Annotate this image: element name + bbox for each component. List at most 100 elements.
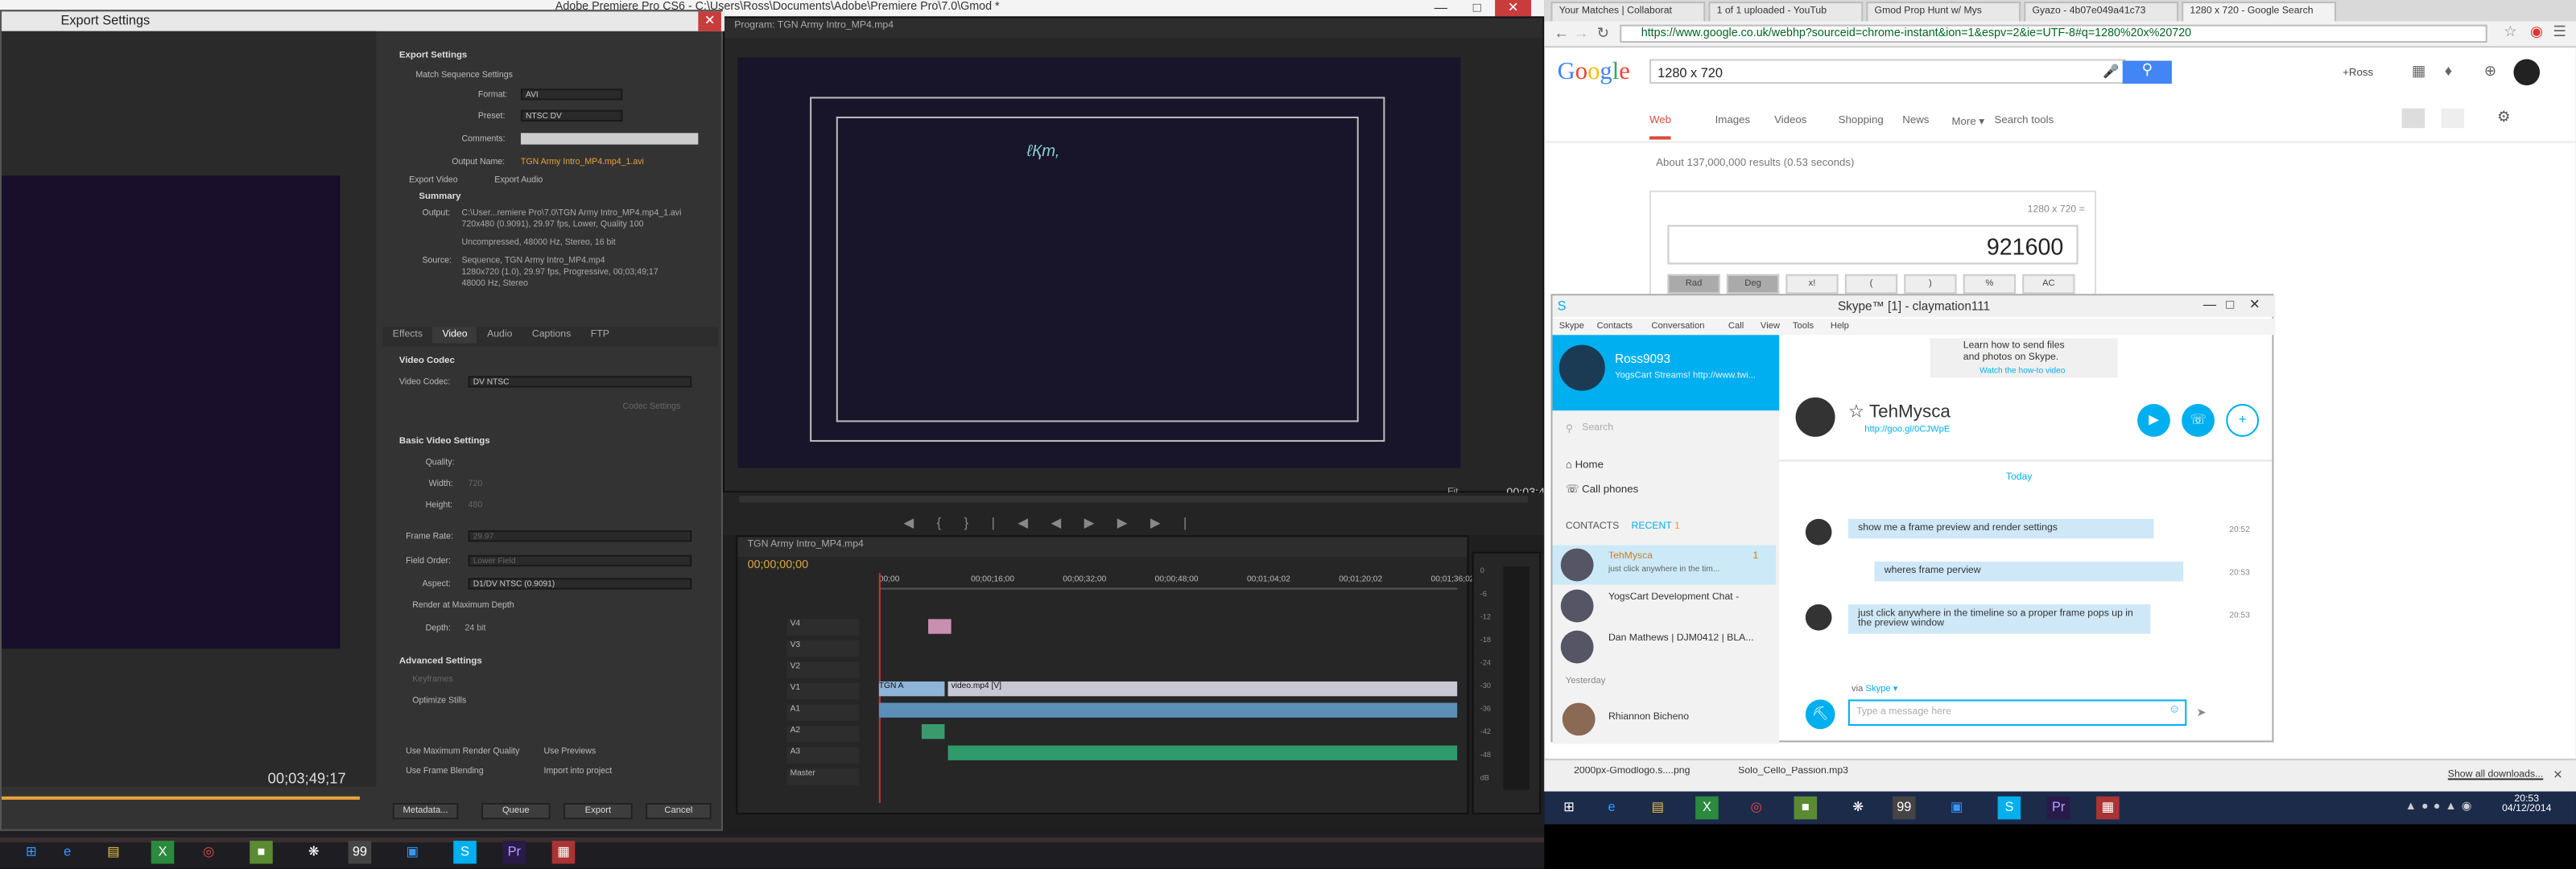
contact-item[interactable]: TehMysca just click anywhere in the tim..… <box>1552 545 1777 585</box>
recent-tab[interactable]: RECENT 1 <box>1632 522 1680 532</box>
my-mood[interactable]: YogsCart Streams! http://www.twi... <box>1615 371 1776 381</box>
match-sequence-checkbox[interactable]: Match Sequence Settings <box>415 71 513 80</box>
explorer-icon[interactable]: ▤ <box>1646 797 1670 820</box>
windows-start-icon[interactable]: ⊞ <box>1558 797 1581 820</box>
forward-icon[interactable]: → <box>1574 25 1588 41</box>
extension-icon[interactable]: ◉ <box>2530 23 2543 41</box>
frame-blending-checkbox[interactable]: Use Frame Blending <box>406 767 484 776</box>
mic-icon[interactable]: 🎤 <box>2103 64 2119 79</box>
export-audio-checkbox[interactable]: Export Audio <box>494 175 543 185</box>
game-icon[interactable]: 99 <box>1893 796 1916 820</box>
export-source-range[interactable] <box>2 796 360 800</box>
skype-menu-tools[interactable]: Tools <box>1793 322 1814 332</box>
my-avatar[interactable] <box>1558 344 1605 391</box>
render-max-checkbox[interactable]: Render at Maximum Depth <box>412 601 514 611</box>
clip-v1[interactable]: video.mp4 [V] <box>947 681 1458 697</box>
calc-key[interactable]: ( <box>1844 274 1898 294</box>
export-tab-captions[interactable]: Captions <box>522 327 581 343</box>
output-name-link[interactable]: TGN Army Intro_MP4.mp4_1.avi <box>521 158 644 167</box>
excel-icon[interactable]: X <box>1695 796 1719 820</box>
queue-button[interactable]: Queue <box>481 802 551 820</box>
calc-key[interactable]: Deg <box>1726 274 1780 294</box>
google-nav-web[interactable]: Web <box>1649 115 1672 140</box>
attach-icon[interactable]: ⛏ <box>1805 699 1835 730</box>
track-header-master[interactable]: Master <box>786 768 860 785</box>
reload-icon[interactable]: ↻ <box>1597 25 1609 43</box>
tv-icon[interactable]: ▣ <box>401 841 424 864</box>
gear-icon[interactable]: ⚙ <box>2497 109 2520 128</box>
promo-link[interactable]: Watch the how-to video <box>1979 366 2065 376</box>
downloads-close-icon[interactable]: ✕ <box>2553 768 2562 781</box>
premiere-icon[interactable]: Pr <box>502 840 526 864</box>
clock[interactable]: 20:53 04/12/2014 <box>2494 795 2560 814</box>
video-call-icon[interactable]: ▶ <box>2137 404 2170 437</box>
calc-key[interactable]: % <box>1963 274 2017 294</box>
export-video-checkbox[interactable]: Export Video <box>409 175 457 185</box>
clip-a2[interactable] <box>921 723 945 739</box>
google-nav-images[interactable]: Images <box>1715 115 1751 126</box>
preset-select[interactable]: NTSC DV <box>520 109 623 122</box>
chrome-tab[interactable]: 1280 x 720 - Google Search <box>2182 2 2337 22</box>
unity-icon[interactable]: ❋ <box>303 841 326 864</box>
safe-search-icon[interactable] <box>2441 108 2465 129</box>
skype-close-icon[interactable]: ✕ <box>2249 297 2265 313</box>
google-search-input[interactable]: 1280 x 720 <box>1649 59 2126 84</box>
menu-icon[interactable]: ☰ <box>2553 23 2566 41</box>
game-icon[interactable]: 99 <box>348 840 372 864</box>
system-tray-icons[interactable]: ▲●●▲◉ <box>2405 800 2477 813</box>
show-all-downloads-link[interactable]: Show all downloads... <box>2448 770 2543 780</box>
metadata-button[interactable]: Metadata... <box>392 802 459 820</box>
ie-icon[interactable]: e <box>1600 797 1624 820</box>
export-tab-video[interactable]: Video <box>432 327 477 344</box>
via-skype-dropdown[interactable]: Skype ▾ <box>1865 685 1897 694</box>
contact-item[interactable]: Dan Mathews | DJM0412 | BLA... <box>1553 628 1777 667</box>
skype-maximize-icon[interactable]: □ <box>2226 297 2242 313</box>
max-render-quality-checkbox[interactable]: Use Maximum Render Quality <box>406 748 519 757</box>
clip-v4[interactable] <box>928 619 952 634</box>
contact-rhiannon[interactable]: Rhiannon Bicheno <box>1608 713 1689 723</box>
google-search-button[interactable]: ⚲ <box>2122 60 2172 84</box>
google-nav-news[interactable]: News <box>1902 115 1929 126</box>
skype-minimize-icon[interactable]: — <box>2203 297 2219 313</box>
codec-settings-button[interactable]: Codec Settings <box>622 402 680 412</box>
message-input[interactable]: Type a message here <box>1847 699 2187 727</box>
google-nav-more[interactable]: More ▾ <box>1951 115 1984 128</box>
plus-user-link[interactable]: +Ross <box>2343 68 2373 79</box>
download-item[interactable]: 2000px-Gmodlogo.s....png <box>1558 767 1709 786</box>
bookmark-star-icon[interactable]: ☆ <box>2504 23 2516 41</box>
winrar-icon[interactable]: ▦ <box>2096 796 2120 820</box>
track-header-a1[interactable]: A1 <box>786 704 860 721</box>
close-button[interactable]: ✕ <box>1495 0 1532 17</box>
promo-banner[interactable]: Learn how to send files and photos on Sk… <box>1930 338 2118 378</box>
notifications-bell-icon[interactable]: ♦ <box>2445 63 2452 79</box>
call-phones-link[interactable]: ☏ Call phones <box>1566 483 1638 496</box>
share-plus-icon[interactable]: ⊕ <box>2484 63 2496 80</box>
keyframes-checkbox[interactable]: Keyframes <box>412 675 453 685</box>
export-button[interactable]: Export <box>563 802 633 820</box>
transport-controls[interactable]: ◀{}|◀◀▶▶▶| <box>903 516 1209 530</box>
emoticon-icon[interactable]: ☺ <box>2169 705 2181 716</box>
chat-avatar[interactable] <box>1795 397 1835 437</box>
aspect-select[interactable]: D1/DV NTSC (0.9091) <box>468 578 692 590</box>
export-tab-ftp[interactable]: FTP <box>580 327 619 343</box>
send-icon[interactable]: ➤ <box>2197 706 2207 719</box>
back-icon[interactable]: ← <box>1554 25 1569 41</box>
chrome-tab[interactable]: Your Matches | Collaborat <box>1550 2 1706 22</box>
import-project-checkbox[interactable]: Import into project <box>544 767 613 776</box>
skype-menu-help[interactable]: Help <box>1831 322 1849 332</box>
width-value[interactable]: 720 <box>469 480 483 489</box>
track-header-a3[interactable]: A3 <box>786 747 860 764</box>
contacts-tab[interactable]: CONTACTS <box>1566 522 1619 532</box>
minimize-button[interactable]: — <box>1422 0 1459 16</box>
tv-icon[interactable]: ▣ <box>1945 797 1968 820</box>
skype-menu-skype[interactable]: Skype <box>1559 322 1584 332</box>
calc-key[interactable]: Rad <box>1667 274 1720 294</box>
google-logo[interactable]: Google <box>1558 59 1630 87</box>
field-order-select[interactable]: Lower Field <box>468 554 692 567</box>
skype-menu-call[interactable]: Call <box>1728 322 1744 332</box>
calc-key[interactable]: x! <box>1785 274 1839 294</box>
clip-a3[interactable] <box>947 745 1458 760</box>
settings-profile-icon[interactable] <box>2401 108 2425 129</box>
add-people-icon[interactable]: + <box>2226 404 2260 437</box>
contact-search-input[interactable]: Search <box>1582 424 1613 434</box>
